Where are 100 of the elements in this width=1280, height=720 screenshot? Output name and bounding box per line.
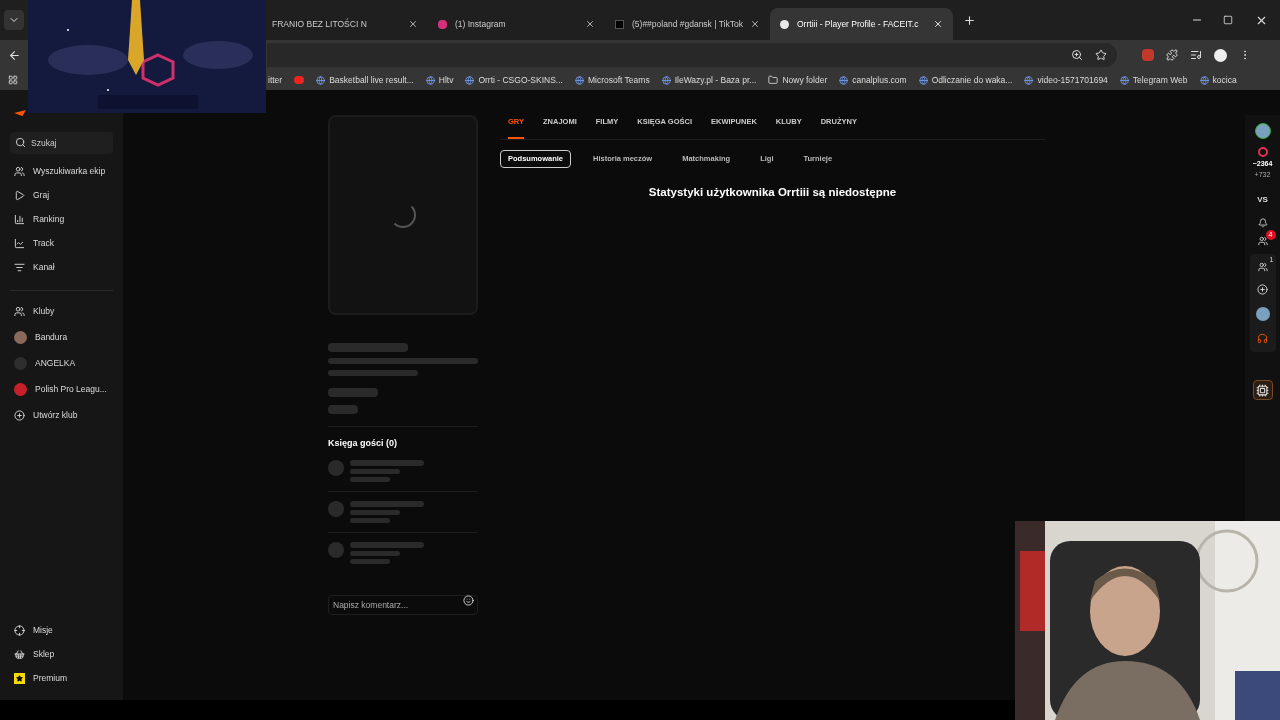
bookmark[interactable]: itter [268,73,283,87]
video-site-icon[interactable] [294,76,305,84]
club-item[interactable]: Kluby [10,303,113,320]
nav-item[interactable]: Graj [10,188,113,203]
close-icon[interactable] [408,19,418,29]
tab-title: Orrtiii - Player Profile - FACEIT.c [797,17,920,31]
profile-icon[interactable] [1214,48,1227,62]
close-icon[interactable] [933,19,943,29]
bookmark[interactable]: canalplus.com [839,73,907,87]
notifications-icon[interactable] [1257,218,1268,228]
nav-item[interactable]: Premium [10,671,113,686]
basket-icon [14,649,25,660]
skeleton-bar [350,558,390,564]
list-icon [14,262,25,273]
club-item[interactable]: ANGELKA [10,355,113,372]
skeleton-bar [350,550,400,556]
nav-item[interactable]: Wyszukiwarka ekip [10,164,113,179]
zoom-icon[interactable] [1071,49,1083,61]
browser-tab[interactable]: (5)##poland #gdansk | TikTok [605,8,770,40]
play-icon [14,190,25,201]
close-icon[interactable] [750,19,760,29]
new-tab-icon[interactable] [963,13,976,27]
club-avatar [14,357,27,370]
crosshair-icon [14,625,25,636]
stats-unavailable-message: Statystyki użytkownika Orrtiii są niedostępne [647,185,898,200]
club-item[interactable]: Bandura [10,329,113,346]
bookmark[interactable]: Telegram Web [1119,73,1188,87]
chart-icon [14,238,25,249]
club-item[interactable]: Utwórz klub [10,407,113,424]
bookmark[interactable]: video-1571701694 [1024,73,1108,87]
globe-icon [1119,75,1129,85]
tab-favicon-icon [615,19,624,29]
bookmark[interactable]: Hltv [425,73,454,87]
party-avatar[interactable] [1255,307,1270,321]
ranking-icon [14,214,25,225]
bookmark[interactable]: Microsoft Teams [574,73,650,87]
skeleton-bar [350,509,400,515]
guestbook-title: Księga gości (0) [328,437,399,450]
globe-icon [574,75,584,85]
bookmark[interactable]: Basketball live result... [316,73,414,87]
globe-icon [1024,75,1034,85]
back-icon[interactable] [8,48,21,62]
party-icon[interactable] [1257,262,1268,272]
team-search-icon [14,166,25,177]
skeleton-bar [328,388,378,397]
tab-favicon-icon [438,19,447,29]
clubs-icon [14,306,25,317]
avatar-skeleton [328,541,344,558]
versus-button[interactable]: VS [1257,194,1268,206]
playlist-icon[interactable] [1190,49,1202,61]
headphones-icon[interactable] [1257,333,1268,344]
close-icon[interactable] [585,19,595,29]
avatar-skeleton [328,500,344,517]
tab-list-button[interactable] [4,10,24,30]
nav-item[interactable]: Track [10,236,113,251]
chip-icon[interactable] [1252,380,1273,400]
browser-tab[interactable]: (1) Instagram [428,8,605,40]
globe-icon [465,75,475,85]
search-field[interactable]: Szukaj [10,132,113,154]
globe-icon [918,75,928,85]
skill-level-icon [1257,147,1268,157]
bookmark[interactable]: Odliczanie do waka... [918,73,1013,87]
logo-icon[interactable] [14,110,26,116]
emoji-icon[interactable] [463,594,474,606]
globe-icon [425,75,435,85]
extensions-icon[interactable] [1166,49,1178,61]
tab-title: FRANIO BEZ LITOŚCI N [272,17,368,31]
tab-title: (1) Instagram [455,17,507,31]
globe-icon [1199,75,1209,85]
nav-item[interactable]: Ranking [10,212,113,227]
premium-star-icon [14,673,25,684]
club-item[interactable]: Polish Pro Leagu... [10,381,113,398]
skeleton-bar [350,517,390,523]
search-icon [15,137,26,148]
folder-icon [768,75,779,85]
add-icon[interactable] [1257,284,1268,295]
club-avatar [14,331,27,344]
browser-tab[interactable]: FRANIO BEZ LITOŚCI N [270,8,428,40]
globe-icon [839,75,849,85]
nav-item[interactable]: Kanał [10,260,113,275]
nav-item[interactable]: Sklep [10,647,113,662]
avatar-skeleton [328,459,344,476]
skeleton-bar [350,468,400,474]
maximize-icon[interactable] [1223,15,1233,25]
skeleton-bar [328,405,358,414]
globe-icon [316,75,326,85]
comment-field[interactable]: Napisz komentarz... [328,594,478,615]
bookmark[interactable]: Nowy folder [768,73,828,87]
bookmark[interactable]: Orrti - CSGO-SKINS... [465,73,563,87]
apps-icon[interactable] [8,75,18,85]
browser-tab[interactable]: Orrtiii - Player Profile - FACEIT.c [770,8,953,40]
bookmark-star-icon[interactable] [1095,49,1107,61]
globe-icon [661,75,671,85]
add-icon [14,410,25,421]
nav-item[interactable]: Misje [10,623,113,638]
user-avatar[interactable] [1254,123,1271,139]
tab-title: (5)##poland #gdansk | TikTok [632,17,742,31]
bookmark[interactable]: kocica [1199,73,1237,87]
friends-icon[interactable] [1257,236,1268,246]
bookmark[interactable]: IleWazy.pl - Baza pr... [661,73,757,87]
